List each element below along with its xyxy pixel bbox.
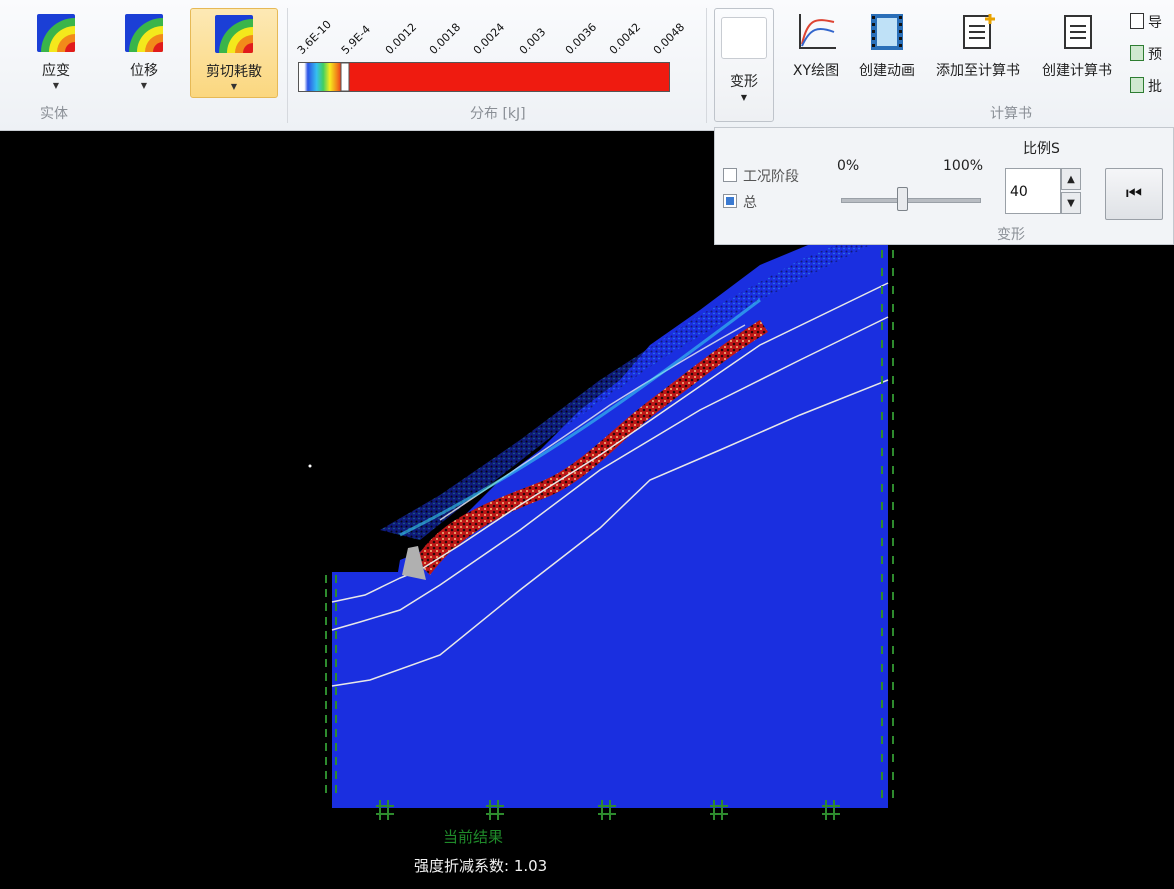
- deform-panel-label: 变形: [997, 227, 1025, 243]
- result-status: 当前结果: [443, 828, 504, 846]
- skip-back-icon: ⏮: [1125, 183, 1143, 204]
- checkbox-box[interactable]: [723, 194, 737, 208]
- scale-input[interactable]: 40: [1005, 168, 1061, 214]
- scale-label: 比例S: [1023, 141, 1060, 157]
- deform-slider-thumb[interactable]: [897, 187, 908, 211]
- stray-point: [308, 464, 312, 468]
- deform-slider-track[interactable]: [841, 198, 981, 203]
- slider-min-label: 0%: [837, 158, 860, 174]
- strength-reduction-factor: 强度折减系数: 1.03: [414, 857, 548, 875]
- stage-checkbox-label: 工况阶段: [743, 169, 799, 185]
- go-first-button[interactable]: ⏮: [1105, 168, 1163, 220]
- checkbox-box[interactable]: [723, 168, 737, 182]
- total-checkbox-label: 总: [743, 195, 757, 211]
- spin-up-button[interactable]: ▲: [1061, 168, 1081, 190]
- deform-panel: 工况阶段 总 0% 100% 比例S 40 ▲ ▼ ⏮ 变形: [714, 127, 1174, 245]
- spin-down-button[interactable]: ▼: [1061, 192, 1081, 214]
- total-checkbox[interactable]: 总: [723, 192, 757, 212]
- slider-max-label: 100%: [943, 158, 984, 174]
- stage-checkbox[interactable]: 工况阶段: [723, 166, 799, 186]
